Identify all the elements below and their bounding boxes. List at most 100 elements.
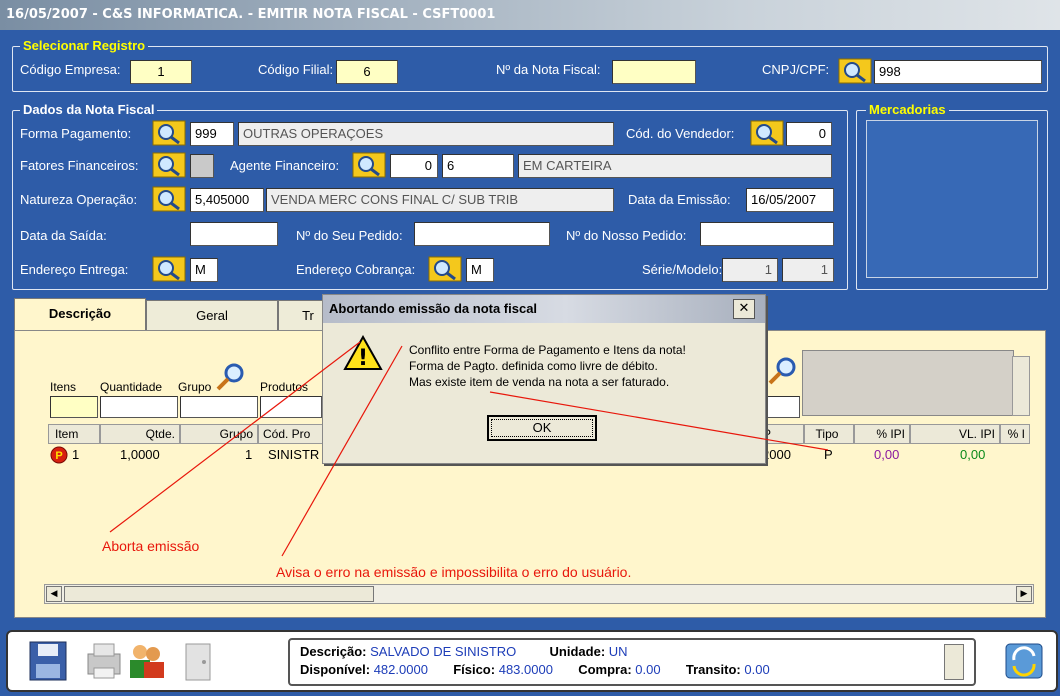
descricao-value: SALVADO DE SINISTRO (370, 644, 517, 659)
modelo-field[interactable]: 1 (782, 258, 834, 282)
row-p[interactable]: 2000 (762, 446, 791, 464)
forma-pagamento-code-field[interactable]: 999 (190, 122, 234, 146)
grupo-filter-label: Grupo (178, 380, 212, 394)
col-tipo[interactable]: Tipo (804, 424, 854, 444)
data-emissao-label: Data da Emissão: (628, 192, 731, 207)
cod-vendedor-search-icon[interactable] (750, 120, 784, 146)
endereco-cobranca-field[interactable]: M (466, 258, 494, 282)
tab-geral[interactable]: Geral (146, 300, 278, 331)
row-tipo[interactable]: P (824, 446, 833, 464)
natureza-code-field[interactable]: 5,405000 (190, 188, 264, 212)
col-pct-ipi[interactable]: % IPI (854, 424, 910, 444)
endereco-entrega-search-icon[interactable] (152, 256, 186, 282)
agente-search-icon[interactable] (352, 152, 386, 178)
natureza-search-icon[interactable] (152, 186, 186, 212)
fisico-value: 483.0000 (498, 662, 553, 677)
quantidade-filter-label: Quantidade (100, 380, 163, 394)
cod-vendedor-field[interactable]: 0 (786, 122, 832, 146)
row-pct-ipi[interactable]: 0,00 (874, 446, 899, 464)
data-saida-field[interactable] (190, 222, 278, 246)
grupo-filter-input[interactable] (180, 396, 258, 418)
print-icon[interactable] (84, 640, 124, 682)
selecionar-registro-title: Selecionar Registro (20, 38, 149, 54)
col-grupo[interactable]: Grupo (180, 424, 258, 444)
forma-pagamento-label: Forma Pagamento: (20, 126, 132, 141)
serie-modelo-label: Série/Modelo: (642, 262, 723, 277)
compra-label: Compra: (578, 662, 632, 677)
nosso-pedido-field[interactable] (700, 222, 834, 246)
compra-value: 0.00 (635, 662, 661, 677)
dialog-title: Abortando emissão da nota fiscal (323, 295, 765, 323)
data-emissao-field[interactable]: 16/05/2007 (746, 188, 834, 212)
agente-code2-field[interactable]: 6 (442, 154, 514, 178)
row-cod-produto[interactable]: SINISTR (268, 446, 319, 464)
natureza-desc-field: VENDA MERC CONS FINAL C/ SUB TRIB (266, 188, 614, 212)
fatores-search-icon[interactable] (152, 152, 186, 178)
codigo-filial-label: Código Filial: (258, 62, 334, 77)
agente-code-field[interactable]: 0 (390, 154, 438, 178)
col-vl-ipi[interactable]: VL. IPI (910, 424, 1000, 444)
scroll-thumb[interactable] (64, 586, 374, 602)
cnpj-field[interactable]: 998 (874, 60, 1042, 84)
nota-fiscal-label: Nº da Nota Fiscal: (496, 62, 601, 77)
observacao-box[interactable] (802, 350, 1014, 416)
seu-pedido-field[interactable] (414, 222, 550, 246)
svg-text:P: P (55, 450, 62, 462)
produtos-filter-input[interactable] (260, 396, 322, 418)
grupo-search-icon[interactable] (214, 362, 248, 392)
tab-descricao[interactable]: Descrição (14, 298, 146, 331)
itens-filter-input[interactable] (50, 396, 98, 418)
scroll-right-button[interactable]: ▶ (1016, 586, 1032, 602)
abort-dialog: Abortando emissão da nota fiscal ✕ ! Con… (322, 294, 766, 464)
forma-pagamento-search-icon[interactable] (152, 120, 186, 146)
dados-nota-fiscal-title: Dados da Nota Fiscal (20, 102, 158, 118)
row-qtde[interactable]: 1,0000 (120, 446, 160, 464)
scroll-left-button[interactable]: ◀ (46, 586, 62, 602)
col-p[interactable]: P (760, 424, 804, 444)
refresh-icon[interactable] (1004, 640, 1044, 682)
dialog-close-button[interactable]: ✕ (733, 299, 755, 319)
cod-vendedor-label: Cód. do Vendedor: (626, 126, 735, 141)
observacao-scrollbar[interactable] (1012, 356, 1030, 416)
window-title-bar: 16/05/2007 - C&S INFORMATICA. - EMITIR N… (0, 0, 1060, 30)
endereco-cobranca-label: Endereço Cobrança: (296, 262, 416, 277)
extra-filter-input[interactable] (760, 396, 800, 418)
fisico-label: Físico: (453, 662, 496, 677)
transito-value: 0.00 (744, 662, 770, 677)
produto-search-icon[interactable] (766, 356, 800, 386)
agente-desc-field: EM CARTEIRA (518, 154, 832, 178)
info-line-2: Disponível: 482.0000 Físico: 483.0000 Co… (300, 662, 770, 677)
main-window: 16/05/2007 - C&S INFORMATICA. - EMITIR N… (0, 0, 1060, 696)
annotation-aborta: Aborta emissão (102, 538, 200, 554)
transito-label: Transito: (685, 662, 741, 677)
natureza-operacao-label: Natureza Operação: (20, 192, 138, 207)
cnpj-search-icon[interactable] (838, 58, 872, 84)
product-info-box: Descrição: SALVADO DE SINISTRO Unidade: … (288, 638, 976, 686)
info-spinner[interactable] (944, 644, 964, 680)
disponivel-value: 482.0000 (373, 662, 428, 677)
col-qtde[interactable]: Qtde. (100, 424, 180, 444)
data-saida-label: Data da Saída: (20, 228, 107, 243)
save-icon[interactable] (28, 640, 68, 682)
col-item[interactable]: Item (48, 424, 100, 444)
col-pct-i[interactable]: % I (1000, 424, 1030, 444)
col-cod-produto[interactable]: Cód. Pro (258, 424, 324, 444)
svg-text:!: ! (358, 346, 368, 371)
endereco-entrega-label: Endereço Entrega: (20, 262, 129, 277)
quantidade-filter-input[interactable] (100, 396, 178, 418)
row-vl-ipi[interactable]: 0,00 (960, 446, 985, 464)
dialog-ok-button[interactable]: OK (487, 415, 597, 441)
mercadorias-panel (866, 120, 1038, 278)
codigo-filial-field[interactable]: 6 (336, 60, 398, 84)
endereco-cobranca-search-icon[interactable] (428, 256, 462, 282)
endereco-entrega-field[interactable]: M (190, 258, 218, 282)
codigo-empresa-field[interactable]: 1 (130, 60, 192, 84)
row-grupo[interactable]: 1 (245, 446, 252, 464)
nota-fiscal-field[interactable] (612, 60, 696, 84)
cnpj-label: CNPJ/CPF: (762, 62, 830, 77)
row-item[interactable]: 1 (72, 446, 79, 464)
serie-field[interactable]: 1 (722, 258, 778, 282)
exit-door-icon[interactable] (178, 640, 218, 682)
codigo-empresa-label: Código Empresa: (20, 62, 121, 77)
users-icon[interactable] (126, 640, 166, 682)
